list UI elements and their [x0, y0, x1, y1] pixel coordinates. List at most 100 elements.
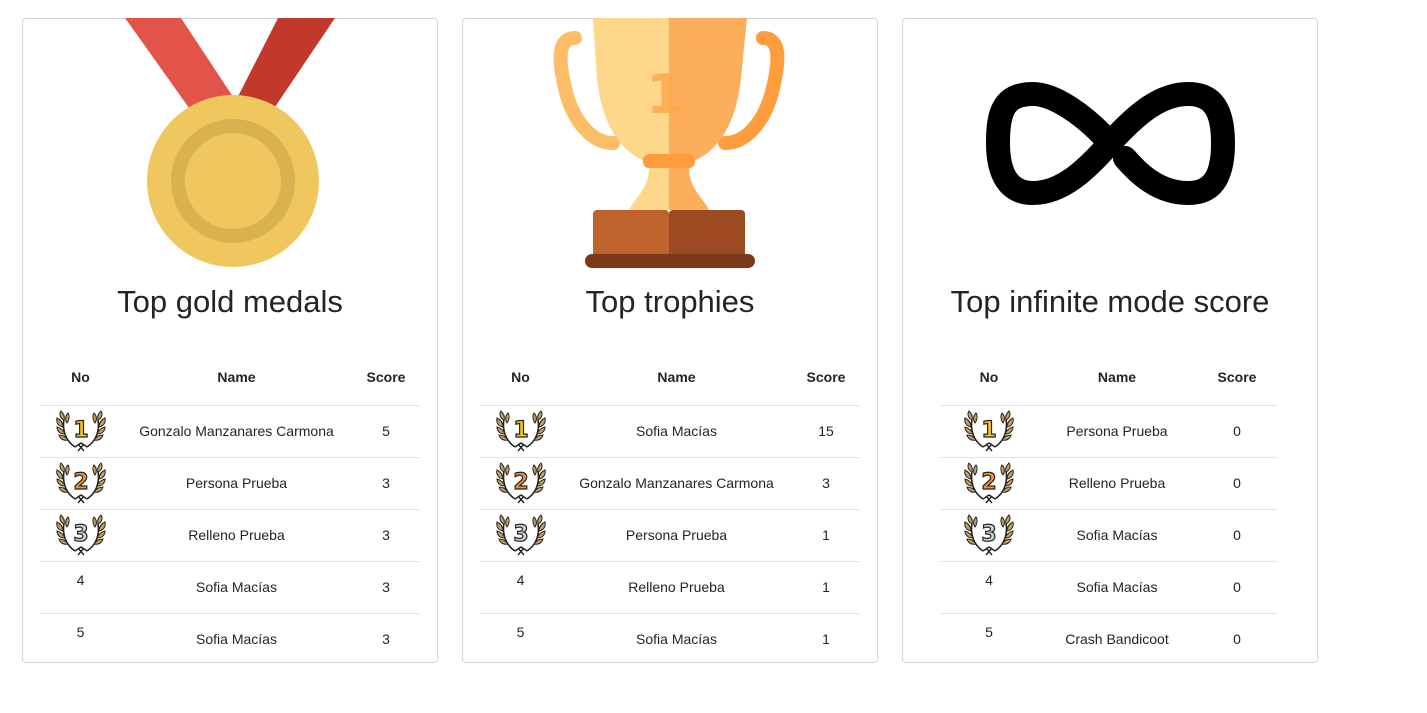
player-score: 1 [792, 509, 860, 562]
infinite-mode-card: Top infinite mode score No Name Score 1 [902, 18, 1318, 663]
leaderboards: Top gold medals No Name Score 1 Gonzalo … [0, 0, 1427, 713]
player-name: Persona Prueba [1037, 405, 1197, 458]
gold-medals-card: Top gold medals No Name Score 1 Gonzalo … [22, 18, 438, 663]
player-score: 3 [382, 631, 390, 648]
header-no: No [40, 349, 121, 406]
table-row: 2 Relleno Prueba 0 [941, 457, 1277, 510]
player-score: 0 [1197, 405, 1277, 458]
rank-number: 3 [981, 522, 996, 547]
player-score: 3 [792, 457, 860, 510]
laurel-rank-2-icon: 2 [55, 462, 106, 504]
trophy-icon: 1 [463, 18, 877, 268]
header-no: No [941, 349, 1037, 406]
rank-number: 5 [985, 623, 993, 640]
rank-cell: 3 [941, 509, 1037, 562]
player-score: 3 [352, 561, 420, 614]
rank-number: 2 [981, 470, 996, 495]
table-row: 5 Sofia Macías 3 [40, 613, 420, 665]
player-name: Sofia Macías [561, 405, 792, 458]
rank-cell: 2 [480, 457, 561, 510]
svg-text:1: 1 [646, 63, 684, 126]
laurel-rank-2-icon: 2 [495, 462, 546, 504]
header-score: Score [1197, 349, 1277, 406]
rank-cell: 2 [941, 457, 1037, 510]
player-name: Crash Bandicoot [1065, 631, 1169, 648]
table-row: 3 Sofia Macías 0 [941, 509, 1277, 562]
trophies-card: 1 Top trophies No Name Score 1 Sofia Mac… [462, 18, 878, 663]
player-score: 3 [352, 457, 420, 510]
table-header-row: No Name Score [941, 349, 1277, 406]
table-row: 2 Gonzalo Manzanares Carmona 3 [480, 457, 860, 510]
player-score: 5 [352, 405, 420, 458]
header-no: No [480, 349, 561, 406]
header-name: Name [121, 349, 352, 406]
infinity-icon [903, 18, 1317, 268]
table-header-row: No Name Score [480, 349, 860, 406]
table-row: 4 Sofia Macías 3 [40, 561, 420, 614]
table-row: 1 Sofia Macías 15 [480, 405, 860, 458]
laurel-rank-2-icon: 2 [963, 462, 1015, 504]
rank-number: 3 [513, 522, 528, 547]
rank-number: 5 [516, 623, 525, 640]
header-score: Score [792, 349, 860, 406]
rank-number: 3 [73, 522, 88, 547]
player-name: Sofia Macías [1037, 561, 1197, 614]
player-score: 0 [1197, 457, 1277, 510]
rank-number: 4 [480, 561, 561, 614]
player-score: 0 [1197, 509, 1277, 562]
table-row: 4 Sofia Macías 0 [941, 561, 1277, 614]
header-score: Score [352, 349, 420, 406]
ranking-table: No Name Score 1 Sofia Macías 15 2 Gonzal… [480, 349, 860, 665]
rank-number: 2 [513, 470, 528, 495]
gold-medal-icon [23, 18, 437, 268]
player-name: Sofia Macías [1037, 509, 1197, 562]
card-title: Top gold medals [117, 284, 343, 319]
player-score: 3 [352, 509, 420, 562]
player-score: 0 [1233, 631, 1241, 648]
player-name: Gonzalo Manzanares Carmona [561, 457, 792, 510]
player-name: Relleno Prueba [1037, 457, 1197, 510]
table-row: 3 Relleno Prueba 3 [40, 509, 420, 562]
player-name: Gonzalo Manzanares Carmona [121, 405, 352, 458]
player-name: Persona Prueba [561, 509, 792, 562]
rank-cell: 2 [40, 457, 121, 510]
player-score: 0 [1197, 561, 1277, 614]
rank-cell: 3 [480, 509, 561, 562]
rank-cell: 1 [40, 405, 121, 458]
ranking-table: No Name Score 1 Persona Prueba 0 2 Relle… [941, 349, 1277, 665]
rank-cell: 1 [480, 405, 561, 458]
rank-number: 4 [941, 561, 1037, 614]
table-row: 3 Persona Prueba 1 [480, 509, 860, 562]
rank-cell: 1 [941, 405, 1037, 458]
laurel-rank-3-icon: 3 [495, 514, 546, 556]
card-title: Top trophies [585, 284, 755, 319]
header-name: Name [561, 349, 792, 406]
card-title: Top infinite mode score [950, 284, 1270, 319]
rank-number: 4 [40, 561, 121, 614]
table-row: 4 Relleno Prueba 1 [480, 561, 860, 614]
rank-number: 5 [76, 623, 85, 640]
table-row: 1 Gonzalo Manzanares Carmona 5 [40, 405, 420, 458]
player-name: Persona Prueba [121, 457, 352, 510]
player-name: Sofia Macías [121, 561, 352, 614]
player-name: Relleno Prueba [121, 509, 352, 562]
laurel-rank-3-icon: 3 [55, 514, 106, 556]
rank-number: 2 [73, 470, 88, 495]
rank-number: 1 [513, 418, 528, 443]
laurel-rank-1-icon: 1 [963, 410, 1015, 452]
player-name: Sofia Macías [196, 631, 277, 648]
laurel-rank-1-icon: 1 [55, 410, 106, 452]
ranking-table: No Name Score 1 Gonzalo Manzanares Carmo… [40, 349, 420, 665]
rank-number: 1 [981, 418, 996, 443]
table-header-row: No Name Score [40, 349, 420, 406]
player-score: 15 [792, 405, 860, 458]
table-row: 5 Sofia Macías 1 [480, 613, 860, 665]
laurel-rank-1-icon: 1 [495, 410, 546, 452]
table-row: 2 Persona Prueba 3 [40, 457, 420, 510]
rank-cell: 3 [40, 509, 121, 562]
player-name: Sofia Macías [636, 631, 717, 648]
player-score: 1 [822, 631, 830, 648]
header-name: Name [1037, 349, 1197, 406]
player-name: Relleno Prueba [561, 561, 792, 614]
player-score: 1 [792, 561, 860, 614]
